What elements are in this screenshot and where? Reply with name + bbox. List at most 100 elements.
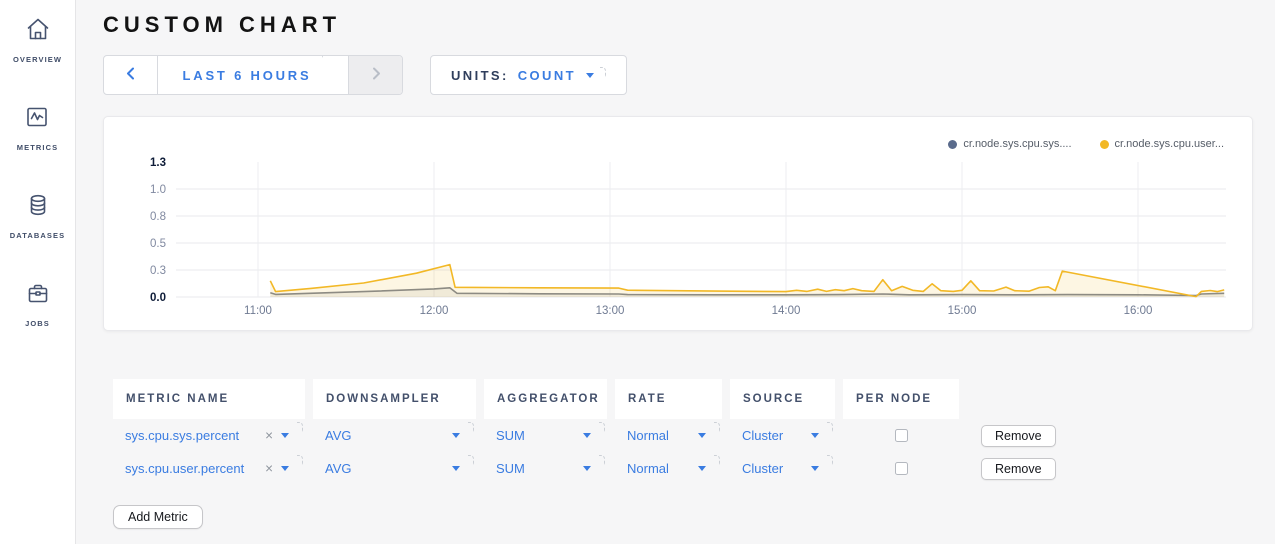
chevron-down-icon: [281, 433, 289, 438]
source-select-value: Cluster: [742, 428, 783, 443]
metric-name-select[interactable]: sys.cpu.sys.percent ×: [113, 419, 305, 452]
downsampler-select-value: AVG: [325, 428, 352, 443]
dashed-corner: [599, 455, 605, 465]
sidebar-item-databases[interactable]: DATABASES: [10, 192, 65, 240]
chevron-down-icon: [586, 73, 594, 78]
aggregator-select[interactable]: SUM: [484, 419, 607, 452]
dashed-corner: [297, 455, 303, 465]
units-dropdown[interactable]: UNITS: COUNT: [430, 55, 627, 95]
home-icon: [25, 16, 51, 47]
dashed-corner: [297, 422, 303, 432]
toolbar: LAST 6 HOURS UNITS: COUNT: [103, 55, 1253, 95]
downsampler-select[interactable]: AVG: [313, 452, 476, 485]
sidebar-item-label: METRICS: [17, 143, 58, 152]
svg-text:0.0: 0.0: [150, 292, 166, 304]
chevron-down-icon: [811, 466, 819, 471]
units-label: UNITS:: [451, 68, 509, 83]
downsampler-select-value: AVG: [325, 461, 352, 476]
metrics-table: METRIC NAMEDOWNSAMPLERAGGREGATORRATESOUR…: [113, 379, 1253, 529]
aggregator-select[interactable]: SUM: [484, 452, 607, 485]
source-select[interactable]: Cluster: [730, 419, 835, 452]
svg-text:11:00: 11:00: [244, 305, 272, 317]
chevron-down-icon: [452, 433, 460, 438]
column-header-metric-name: METRIC NAME: [113, 379, 305, 419]
source-select[interactable]: Cluster: [730, 452, 835, 485]
sidebar-item-label: DATABASES: [10, 231, 65, 240]
metric-name-value: sys.cpu.sys.percent: [125, 428, 239, 443]
chevron-down-icon: [698, 466, 706, 471]
sidebar-item-metrics[interactable]: METRICS: [17, 104, 58, 152]
clear-icon[interactable]: ×: [265, 428, 273, 443]
clear-icon[interactable]: ×: [265, 461, 273, 476]
dashed-corner: [600, 67, 606, 77]
dashed-corner: [599, 422, 605, 432]
chevron-down-icon: [583, 433, 591, 438]
dashed-corner: [827, 455, 833, 465]
aggregator-select-value: SUM: [496, 428, 525, 443]
svg-text:1.3: 1.3: [150, 157, 166, 169]
metrics-icon: [24, 104, 50, 135]
column-header-source: SOURCE: [730, 379, 835, 419]
svg-text:15:00: 15:00: [948, 305, 977, 317]
per-node-checkbox[interactable]: [895, 429, 908, 442]
chevron-left-icon: [125, 66, 137, 84]
time-range-label: LAST 6 HOURS: [183, 68, 312, 83]
chart-panel: cr.node.sys.cpu.sys....cr.node.sys.cpu.u…: [103, 116, 1253, 331]
units-value: COUNT: [518, 68, 576, 83]
downsampler-select[interactable]: AVG: [313, 419, 476, 452]
chevron-down-icon: [811, 433, 819, 438]
per-node-checkbox[interactable]: [895, 462, 908, 475]
page-title: CUSTOM CHART: [103, 12, 1253, 38]
sidebar-item-jobs[interactable]: JOBS: [25, 280, 51, 328]
svg-text:0.3: 0.3: [150, 265, 166, 277]
main-content: CUSTOM CHART LAST 6 HOURS UNITS: COUNT: [76, 0, 1275, 544]
time-range-picker: LAST 6 HOURS: [103, 55, 403, 95]
rate-select[interactable]: Normal: [615, 419, 722, 452]
remove-button[interactable]: Remove: [981, 458, 1056, 480]
dashed-corner: [317, 55, 323, 58]
dashed-corner: [714, 422, 720, 432]
custom-chart: 0.00.30.50.81.01.311:0012:0013:0014:0015…: [104, 117, 1252, 330]
table-header-row: METRIC NAMEDOWNSAMPLERAGGREGATORRATESOUR…: [113, 379, 1253, 419]
sidebar: OVERVIEW METRICS DATABASES: [0, 0, 76, 544]
dashed-corner: [714, 455, 720, 465]
column-header-spacer: [967, 379, 1077, 419]
source-select-value: Cluster: [742, 461, 783, 476]
metric-name-select[interactable]: sys.cpu.user.percent ×: [113, 452, 305, 485]
rate-select-value: Normal: [627, 461, 669, 476]
aggregator-select-value: SUM: [496, 461, 525, 476]
column-header-rate: RATE: [615, 379, 722, 419]
metric-row: sys.cpu.user.percent × AVG SUM Normal Cluster…: [113, 452, 1253, 485]
chevron-right-icon: [370, 66, 382, 84]
chevron-down-icon: [583, 466, 591, 471]
chevron-down-icon: [452, 466, 460, 471]
sidebar-item-overview[interactable]: OVERVIEW: [13, 16, 62, 64]
dashed-corner: [468, 455, 474, 465]
sidebar-item-label: JOBS: [25, 319, 50, 328]
chevron-down-icon: [281, 466, 289, 471]
sidebar-item-label: OVERVIEW: [13, 55, 62, 64]
column-header-per-node: PER NODE: [843, 379, 959, 419]
rate-select[interactable]: Normal: [615, 452, 722, 485]
chevron-down-icon: [698, 433, 706, 438]
time-range-prev-button[interactable]: [104, 56, 158, 94]
svg-text:13:00: 13:00: [596, 305, 625, 317]
add-metric-button[interactable]: Add Metric: [113, 505, 203, 529]
jobs-icon: [25, 280, 51, 311]
remove-button[interactable]: Remove: [981, 425, 1056, 447]
column-header-aggregator: AGGREGATOR: [484, 379, 607, 419]
svg-text:12:00: 12:00: [420, 305, 449, 317]
svg-text:1.0: 1.0: [150, 184, 166, 196]
dashed-corner: [468, 422, 474, 432]
metric-row: sys.cpu.sys.percent × AVG SUM Normal Cluster R…: [113, 419, 1253, 452]
time-range-dropdown[interactable]: LAST 6 HOURS: [158, 56, 348, 94]
remove-cell: Remove: [967, 452, 1077, 485]
svg-text:16:00: 16:00: [1124, 305, 1153, 317]
metric-name-value: sys.cpu.user.percent: [125, 461, 244, 476]
rate-select-value: Normal: [627, 428, 669, 443]
svg-text:14:00: 14:00: [772, 305, 801, 317]
per-node-cell: [843, 452, 959, 485]
column-header-downsampler: DOWNSAMPLER: [313, 379, 476, 419]
time-range-next-button[interactable]: [348, 56, 402, 94]
svg-text:0.5: 0.5: [150, 238, 166, 250]
